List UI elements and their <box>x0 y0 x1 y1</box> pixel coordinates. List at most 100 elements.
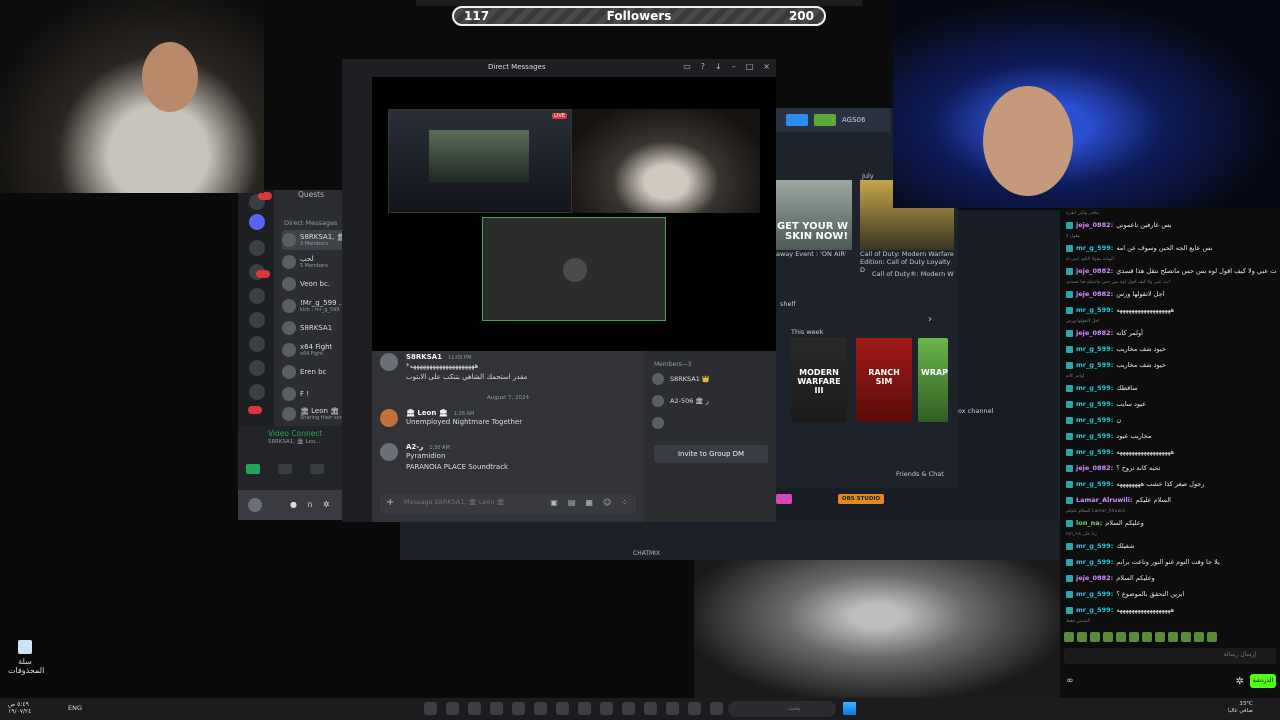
chat-username[interactable]: jeje_0882: <box>1076 464 1113 472</box>
activities-icon[interactable] <box>310 464 324 474</box>
promo-card-event[interactable]: GET YOUR W SKIN NOW! <box>776 180 852 250</box>
server-icon[interactable] <box>249 240 265 256</box>
chat-username[interactable]: mr_g_599: <box>1076 400 1113 408</box>
app-icon[interactable] <box>534 702 547 715</box>
apps-icon[interactable]: ⁘ <box>621 498 628 507</box>
emote-icon[interactable] <box>1116 632 1126 642</box>
chat-username[interactable]: mr_g_599: <box>1076 306 1113 314</box>
emote-icon[interactable] <box>1142 632 1152 642</box>
game-tile-ranch-sim[interactable]: RANCH SIM <box>856 338 912 422</box>
app-icon[interactable] <box>490 702 503 715</box>
close-icon[interactable]: × <box>763 62 770 71</box>
emote-icon[interactable] <box>1168 632 1178 642</box>
sticker-icon[interactable]: ▦ <box>585 498 593 507</box>
emote-icon[interactable] <box>1090 632 1100 642</box>
emote-icon[interactable] <box>1103 632 1113 642</box>
message-author[interactable]: S8RKSA1 <box>406 353 442 361</box>
app-icon[interactable] <box>556 702 569 715</box>
store-blue-button[interactable] <box>786 114 808 126</box>
avatar[interactable] <box>380 443 398 461</box>
member-item[interactable]: A2-ر 🏛 506 <box>652 395 709 407</box>
member-item[interactable] <box>652 417 670 429</box>
mic-icon[interactable]: ● <box>290 500 297 509</box>
clock[interactable]: ٥:٤٩ ص ١٩/٠٧/٢٤ <box>8 701 31 715</box>
infinity-icon[interactable]: ∞ <box>1066 676 1074 686</box>
app-icon[interactable] <box>512 702 525 715</box>
app-icon[interactable] <box>578 702 591 715</box>
server-icon[interactable] <box>249 360 265 376</box>
game-tile-mw3[interactable]: MODERN WARFARE III <box>791 338 847 422</box>
inbox-icon[interactable]: ▭ <box>683 62 691 71</box>
member-item[interactable]: S8RKSA1 👑 <box>652 373 710 385</box>
weather-widget[interactable]: 33°C صافي غالبا <box>1228 701 1253 715</box>
server-icon[interactable] <box>249 288 265 304</box>
chat-username[interactable]: mr_g_599: <box>1076 432 1113 440</box>
chat-username[interactable]: lon_na: <box>1076 519 1102 527</box>
chevron-right-icon[interactable]: › <box>928 314 932 325</box>
chat-username[interactable]: mr_g_599: <box>1076 361 1113 369</box>
download-icon[interactable]: ↓ <box>715 62 722 71</box>
chat-username[interactable]: mr_g_599: <box>1076 416 1113 424</box>
camera-tile[interactable] <box>572 109 760 213</box>
store-green-button[interactable] <box>814 114 836 126</box>
gear-icon[interactable]: ✲ <box>323 500 330 509</box>
attach-icon[interactable]: + <box>386 497 394 508</box>
app-icon[interactable] <box>424 702 437 715</box>
emote-icon[interactable] <box>1129 632 1139 642</box>
app-icon[interactable] <box>622 702 635 715</box>
search-input[interactable] <box>788 704 818 712</box>
app-icon[interactable] <box>688 702 701 715</box>
headset-icon[interactable]: ∩ <box>307 500 313 509</box>
chat-username[interactable]: jeje_0882: <box>1076 267 1113 275</box>
chat-username[interactable]: jeje_0882: <box>1076 574 1113 582</box>
message-input[interactable] <box>404 498 524 506</box>
game-tile-wrap[interactable]: WRAP <box>918 338 948 422</box>
chat-username[interactable]: jeje_0882: <box>1076 221 1113 229</box>
recycle-bin-shortcut[interactable]: سلة المحذوفات <box>8 640 44 675</box>
app-icon[interactable] <box>666 702 679 715</box>
chat-username[interactable]: jeje_0882: <box>1076 329 1113 337</box>
avatar[interactable] <box>380 409 398 427</box>
chat-username[interactable]: mr_g_599: <box>1076 384 1113 392</box>
chat-send-button[interactable]: الدردشة <box>1250 674 1276 688</box>
message-author[interactable]: A2-ر <box>406 443 423 451</box>
voice-status[interactable]: Video Connect <box>268 429 322 438</box>
server-icon[interactable] <box>249 312 265 328</box>
screen-share-icon[interactable] <box>278 464 292 474</box>
server-icon[interactable] <box>249 336 265 352</box>
chat-input[interactable] <box>1106 651 1256 658</box>
avatar[interactable] <box>380 353 398 371</box>
server-icon[interactable] <box>249 384 265 400</box>
app-icon[interactable] <box>446 702 459 715</box>
windows-start-icon[interactable] <box>843 702 856 715</box>
steam-icon[interactable] <box>468 702 481 715</box>
emoji-icon[interactable]: ☺ <box>603 498 611 507</box>
obs-studio-tag[interactable]: OBS STUDIO <box>838 494 884 504</box>
chat-username[interactable]: mr_g_599: <box>1076 448 1113 456</box>
emote-icon[interactable] <box>1181 632 1191 642</box>
invite-to-group-dm-button[interactable]: Invite to Group DM <box>654 445 768 463</box>
avatar[interactable] <box>248 498 262 512</box>
screen-share-tile[interactable]: LIVE <box>388 109 572 213</box>
chat-username[interactable]: mr_g_599: <box>1076 244 1113 252</box>
emote-icon[interactable] <box>1194 632 1204 642</box>
chat-username[interactable]: mr_g_599: <box>1076 542 1113 550</box>
store-username[interactable]: AGS06 <box>842 116 865 124</box>
emote-icon[interactable] <box>1207 632 1217 642</box>
chat-username[interactable]: mr_g_599: <box>1076 590 1113 598</box>
friends-chat-button[interactable]: Friends & Chat <box>896 470 944 478</box>
emote-icon[interactable] <box>1077 632 1087 642</box>
chat-username[interactable]: mr_g_599: <box>1076 558 1113 566</box>
home-icon[interactable] <box>249 214 265 230</box>
chat-username[interactable]: mr_g_599: <box>1076 480 1113 488</box>
app-icon[interactable] <box>710 702 723 715</box>
gift-icon[interactable]: ▣ <box>550 498 558 507</box>
chat-username[interactable]: mr_g_599: <box>1076 606 1113 614</box>
camera-icon[interactable] <box>246 464 260 474</box>
user-tile[interactable] <box>482 217 666 321</box>
minimize-icon[interactable]: – <box>732 62 736 71</box>
chrome-icon[interactable] <box>600 702 613 715</box>
emote-icon[interactable] <box>1064 632 1074 642</box>
quests-link[interactable]: Quests <box>298 190 324 199</box>
maximize-icon[interactable]: □ <box>746 62 754 71</box>
